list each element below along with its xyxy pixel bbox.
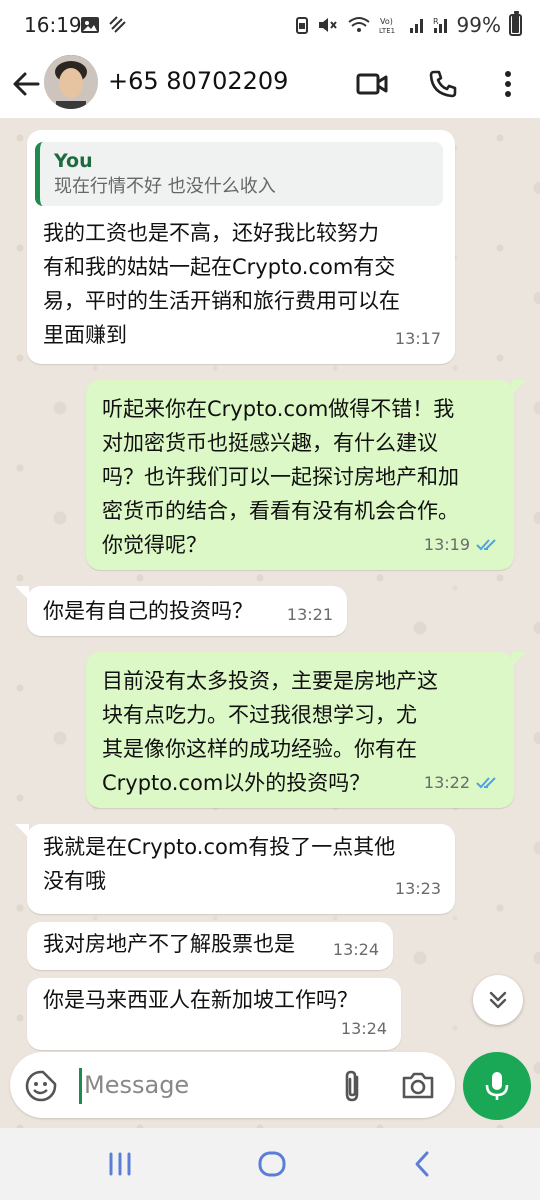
gallery-notification-icon bbox=[81, 17, 99, 33]
home-icon bbox=[258, 1151, 286, 1177]
back-nav-button[interactable] bbox=[402, 1146, 442, 1182]
message-line: 有和我的姑姑一起在Crypto.com有交 bbox=[43, 255, 396, 279]
message-line: 对加密货币也挺感兴趣，有什么建议 bbox=[102, 431, 438, 455]
quoted-author: You bbox=[54, 150, 93, 172]
message-meta: 13:24 bbox=[341, 1012, 387, 1046]
message-line: 目前没有太多投资，主要是房地产这 bbox=[102, 669, 438, 693]
camera-button[interactable] bbox=[400, 1069, 438, 1103]
svg-text:LTE1: LTE1 bbox=[379, 27, 395, 35]
message-bubble-incoming[interactable]: 你是马来西亚人在新加坡工作吗？ 13:24 bbox=[27, 978, 401, 1050]
message-time: 13:19 bbox=[423, 535, 470, 554]
back-arrow-icon bbox=[13, 72, 40, 96]
contact-avatar[interactable] bbox=[44, 55, 98, 109]
nav-back-icon bbox=[415, 1151, 429, 1177]
message-time: 13:22 bbox=[423, 773, 470, 792]
phone-call-icon bbox=[429, 70, 457, 98]
svg-text:R: R bbox=[433, 17, 439, 26]
message-meta: 13:21 bbox=[287, 598, 333, 632]
compose-bar bbox=[10, 1052, 455, 1118]
message-line: 你是马来西亚人在新加坡工作吗？ bbox=[43, 988, 358, 1012]
text-cursor bbox=[79, 1068, 82, 1104]
attach-button[interactable] bbox=[336, 1068, 370, 1104]
message-bubble-incoming[interactable]: 我就是在Crypto.com有投了一点其他 没有哦 13:23 bbox=[27, 824, 455, 914]
message-line: 块有点吃力。不过我很想学习，尤 bbox=[102, 703, 417, 727]
message-line: 我对房地产不了解股票也是 bbox=[43, 932, 295, 956]
voice-call-button[interactable] bbox=[425, 66, 461, 102]
message-meta: 13:19 bbox=[424, 528, 500, 562]
system-nav-bar bbox=[0, 1128, 540, 1200]
video-call-button[interactable] bbox=[354, 66, 390, 102]
camera-icon bbox=[402, 1072, 434, 1099]
video-call-icon bbox=[356, 73, 388, 95]
quoted-reply[interactable]: You 现在行情不好 也没什么收入 bbox=[35, 142, 443, 206]
more-options-icon bbox=[505, 71, 511, 97]
message-line: 里面赚到 bbox=[43, 323, 127, 347]
sticker-button[interactable] bbox=[24, 1069, 58, 1103]
quoted-text: 现在行情不好 也没什么收入 bbox=[54, 176, 276, 197]
recent-apps-button[interactable] bbox=[100, 1146, 140, 1182]
back-button[interactable] bbox=[8, 64, 44, 104]
recent-apps-icon bbox=[109, 1152, 131, 1176]
message-time: 13:23 bbox=[394, 879, 441, 898]
message-time: 13:24 bbox=[332, 940, 379, 959]
message-line: 其是像你这样的成功经验。你有在 bbox=[102, 737, 417, 761]
home-button[interactable] bbox=[252, 1146, 292, 1182]
battery-icon bbox=[509, 11, 522, 36]
voice-message-button[interactable] bbox=[463, 1052, 531, 1120]
message-input[interactable] bbox=[84, 1066, 314, 1104]
bubble-tail bbox=[512, 652, 526, 666]
message-bubble-outgoing[interactable]: 目前没有太多投资，主要是房地产这 块有点吃力。不过我很想学习，尤 其是像你这样的… bbox=[86, 652, 514, 808]
avatar-photo bbox=[44, 55, 98, 109]
message-meta: 13:22 bbox=[424, 766, 500, 800]
read-receipt-icon bbox=[476, 777, 496, 789]
message-meta: 13:17 bbox=[395, 322, 441, 356]
chat-area[interactable]: You 现在行情不好 也没什么收入 我的工资也是不高，还好我比较努力 有和我的姑… bbox=[0, 118, 540, 1128]
message-line: 我的工资也是不高，还好我比较努力 bbox=[43, 221, 379, 245]
message-bubble-incoming[interactable]: You 现在行情不好 也没什么收入 我的工资也是不高，还好我比较努力 有和我的姑… bbox=[27, 130, 455, 364]
volte-icon: Vo)LTE1 bbox=[379, 17, 395, 35]
message-line: 我就是在Crypto.com有投了一点其他 bbox=[43, 835, 396, 859]
status-time: 16:19 bbox=[24, 13, 82, 37]
bubble-tail bbox=[15, 824, 29, 838]
message-line: 密货币的结合，看看有没有机会合作。 bbox=[102, 499, 459, 523]
mute-icon bbox=[318, 18, 337, 32]
message-line: 易，平时的生活开销和旅行费用可以在 bbox=[43, 289, 400, 313]
message-line: 没有哦 bbox=[43, 869, 106, 893]
sticker-icon bbox=[25, 1070, 57, 1102]
double-chevron-down-icon bbox=[489, 991, 507, 1009]
message-bubble-incoming[interactable]: 你是有自己的投资吗？ 13:21 bbox=[27, 586, 347, 636]
scroll-to-bottom-button[interactable] bbox=[473, 975, 523, 1025]
more-options-button[interactable] bbox=[490, 66, 526, 102]
message-bubble-outgoing[interactable]: 听起来你在Crypto.com做得不错！我 对加密货币也挺感兴趣，有什么建议 吗… bbox=[86, 380, 514, 570]
bubble-tail bbox=[512, 380, 526, 394]
microphone-icon bbox=[485, 1072, 509, 1100]
data-transfer-notification-icon bbox=[109, 16, 126, 33]
battery-percent: 99% bbox=[456, 13, 501, 37]
paperclip-icon bbox=[345, 1070, 359, 1102]
message-time: 13:17 bbox=[394, 329, 441, 348]
chat-header: +65 80702209 bbox=[0, 52, 540, 118]
signal-icon bbox=[409, 19, 423, 33]
wifi-calling-icon bbox=[347, 17, 370, 32]
message-meta: 13:23 bbox=[395, 872, 441, 906]
message-line: 吗？也许我们可以一起探讨房地产和加 bbox=[102, 465, 459, 489]
message-line: 听起来你在Crypto.com做得不错！我 bbox=[102, 397, 455, 421]
message-time: 13:24 bbox=[340, 1019, 387, 1038]
message-time: 13:21 bbox=[286, 605, 333, 624]
status-bar: 16:19 Vo) LTE1 R 99% bbox=[0, 0, 540, 52]
message-meta: 13:24 bbox=[333, 933, 379, 967]
bubble-tail bbox=[15, 586, 29, 600]
contact-name[interactable]: +65 80702209 bbox=[108, 67, 288, 95]
svg-text:Vo): Vo) bbox=[380, 17, 393, 26]
status-right-icons: Vo) LTE1 R 99% bbox=[295, 11, 522, 37]
status-notification-icons bbox=[80, 15, 128, 35]
alarm-icon bbox=[295, 17, 308, 34]
signal-roaming-icon: R bbox=[433, 17, 447, 33]
read-receipt-icon bbox=[476, 539, 496, 551]
message-bubble-incoming[interactable]: 我对房地产不了解股票也是 13:24 bbox=[27, 922, 393, 970]
